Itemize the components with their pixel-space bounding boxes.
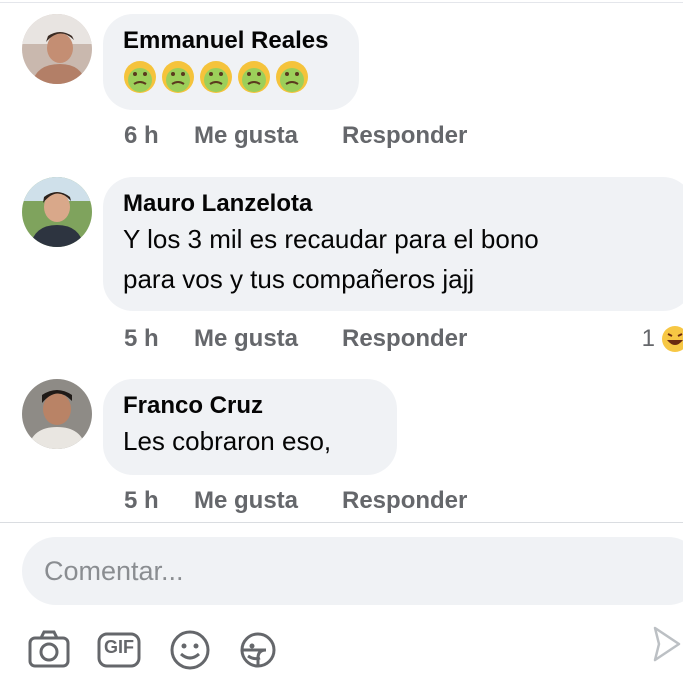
comment-bubble: Mauro Lanzelota Y los 3 mil es recaudar … — [103, 177, 683, 311]
smiley-icon[interactable] — [168, 628, 212, 672]
comment-actions: 5 h Me gusta Responder — [124, 325, 467, 353]
laughing-emoji-icon — [662, 326, 683, 352]
nauseated-face-icon — [276, 61, 308, 93]
avatar[interactable] — [22, 379, 92, 449]
like-button[interactable]: Me gusta — [194, 487, 342, 515]
comment-input[interactable] — [42, 554, 646, 588]
reply-button[interactable]: Responder — [342, 487, 467, 515]
composer-toolbar: GIF — [0, 620, 683, 670]
reaction-count: 1 — [641, 325, 655, 352]
comment-text-line: Les cobraron eso, — [123, 426, 332, 456]
nauseated-face-icon — [238, 61, 270, 93]
like-button[interactable]: Me gusta — [194, 325, 342, 353]
comment-composer[interactable] — [22, 537, 683, 605]
send-icon[interactable] — [651, 624, 681, 664]
comment-time[interactable]: 5 h — [124, 487, 194, 515]
reply-button[interactable]: Responder — [342, 122, 467, 150]
nauseated-face-icon — [162, 61, 194, 93]
avatar[interactable] — [22, 177, 92, 247]
avatar-photo-icon — [22, 379, 92, 449]
avatar-photo-icon — [22, 14, 92, 84]
top-divider — [0, 2, 683, 3]
emoji-row — [123, 60, 339, 94]
comment-time[interactable]: 5 h — [124, 325, 194, 353]
gif-label: GIF — [104, 637, 134, 657]
comment-text-line: Y los 3 mil es recaudar para el bono — [123, 224, 539, 254]
reaction-summary[interactable]: 1 — [642, 324, 683, 354]
comment-author[interactable]: Franco Cruz — [123, 391, 377, 421]
comment-author[interactable]: Mauro Lanzelota — [123, 189, 673, 219]
comment-text-line: para vos y tus compañeros jajj — [123, 264, 475, 294]
comment-time[interactable]: 6 h — [124, 122, 194, 150]
sticker-icon[interactable] — [236, 628, 280, 672]
comment-bubble: Emmanuel Reales — [103, 14, 359, 110]
composer-divider — [0, 522, 683, 523]
camera-icon[interactable] — [27, 628, 71, 672]
nauseated-face-icon — [200, 61, 232, 93]
like-button[interactable]: Me gusta — [194, 122, 342, 150]
comment-actions: 5 h Me gusta Responder — [124, 487, 467, 515]
reply-button[interactable]: Responder — [342, 325, 467, 353]
comment-actions: 6 h Me gusta Responder — [124, 122, 467, 150]
nauseated-face-icon — [124, 61, 156, 93]
avatar[interactable] — [22, 14, 92, 84]
comment-bubble: Franco Cruz Les cobraron eso, — [103, 379, 397, 475]
avatar-photo-icon — [22, 177, 92, 247]
gif-button[interactable]: GIF — [97, 628, 141, 672]
comment-author[interactable]: Emmanuel Reales — [123, 26, 339, 56]
